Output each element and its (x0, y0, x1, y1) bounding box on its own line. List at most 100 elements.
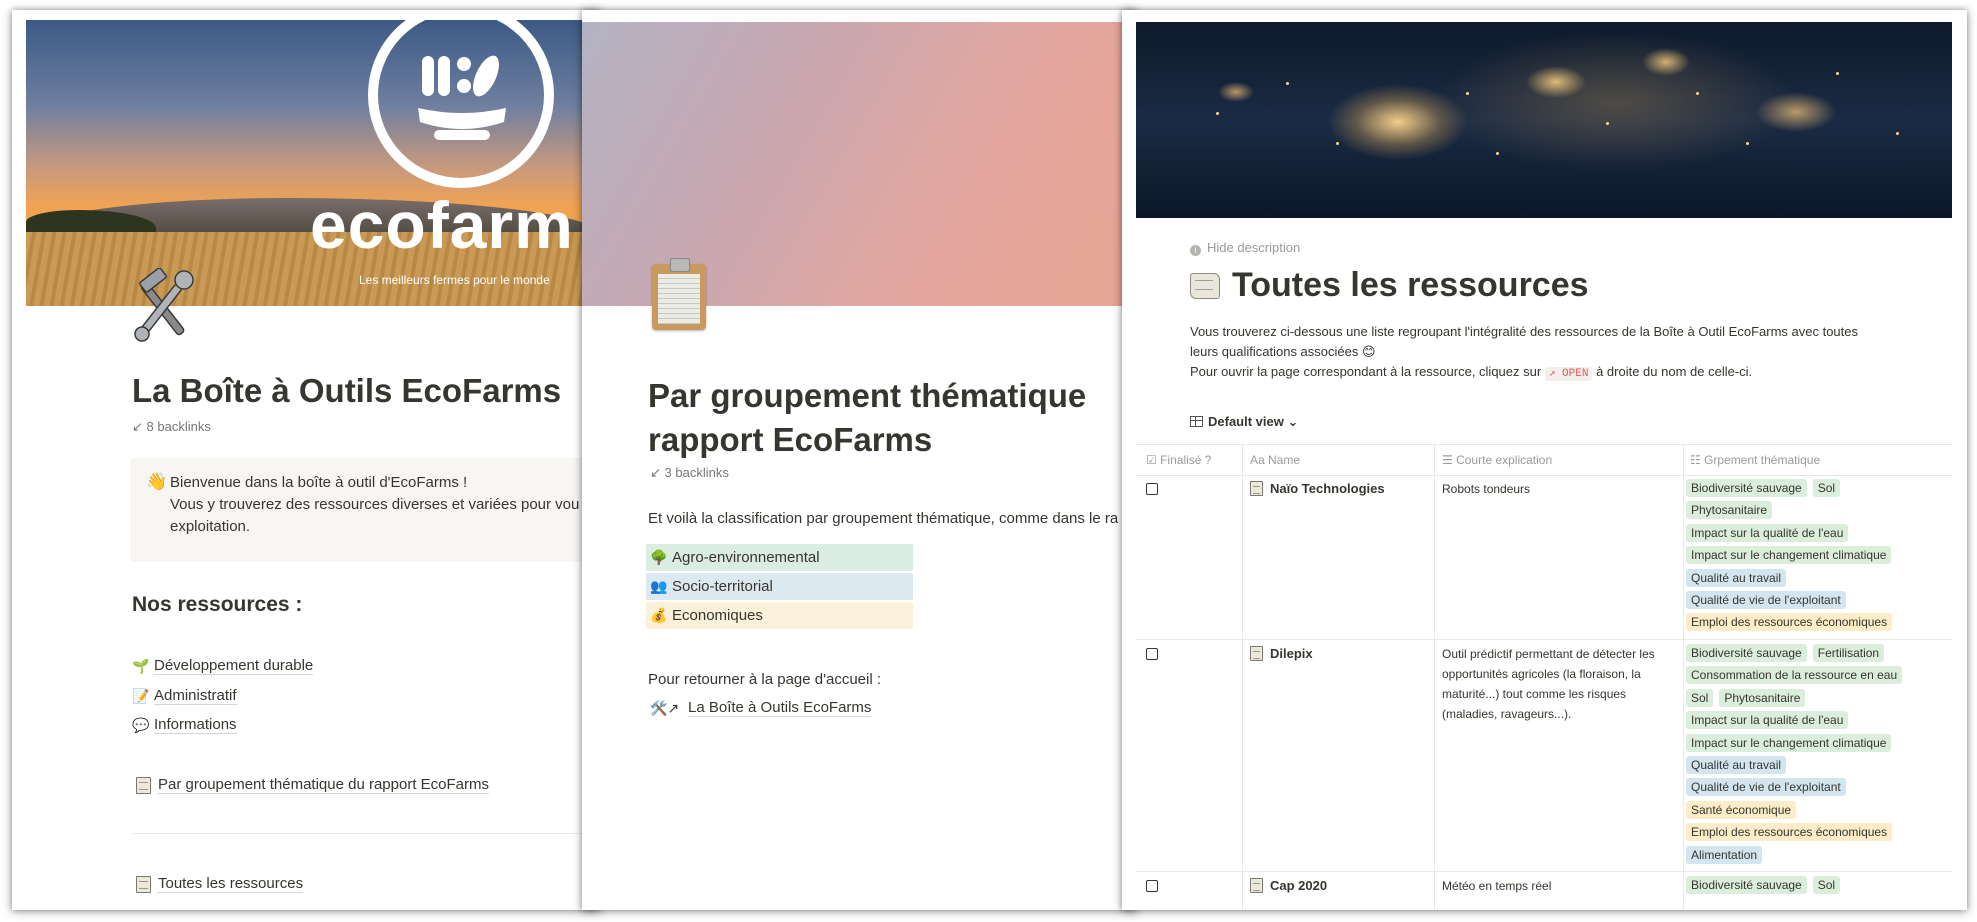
backlinks-toggle[interactable]: ↙ 3 backlinks (650, 465, 729, 481)
text-column-icon: Aa (1250, 453, 1269, 467)
page-icon (1250, 646, 1263, 661)
resource-name: Cap 2020 (1270, 878, 1328, 893)
tag: Qualité au travail (1686, 568, 1787, 587)
column-header-short-explanation[interactable]: ☰ Courte explication (1442, 445, 1552, 475)
page-link-information[interactable]: 💬 Informations (132, 716, 237, 734)
tools-arrow-icon: 🛠️↗ (650, 699, 680, 716)
chevron-down-icon: ⌄ (1283, 414, 1299, 429)
brand-tagline: Les meilleurs fermes pour le monde (359, 273, 550, 287)
category-agro-environmental[interactable]: 🌳 Agro-environnemental (646, 544, 913, 571)
cover-image-earth-night (1136, 22, 1952, 218)
tag: Alimentation (1686, 845, 1763, 864)
column-header-name[interactable]: Aa Name (1250, 445, 1300, 475)
tag: Phytosanitaire (1686, 501, 1773, 520)
tag: Impact sur le changement climatique (1686, 546, 1892, 565)
database-description: Vous trouverez ci-dessous une liste regr… (1190, 322, 1910, 384)
list-icon: ☷ (1690, 453, 1705, 467)
backlinks-toggle[interactable]: ↙ 8 backlinks (132, 419, 211, 435)
hide-description-button[interactable]: i Hide description (1190, 240, 1300, 256)
description-line-1: Vous trouverez ci-dessous une liste regr… (1190, 324, 1858, 339)
tag: Sol (1812, 479, 1841, 497)
tag: Impact sur la qualité de l'eau (1686, 523, 1849, 542)
table-header: ☑ Finalisé ? Aa Name ☰ Courte explicatio… (1136, 445, 1952, 476)
page-link-administrative[interactable]: 📝 Administratif (132, 687, 237, 705)
table-row[interactable]: Cap 2020 Météo en temps réel Biodiversit… (1136, 872, 1952, 910)
description-text: Pour ouvrir la page correspondant à la r… (1190, 364, 1542, 379)
page-link-thematic-grouping[interactable]: Par groupement thématique du rapport Eco… (136, 776, 490, 794)
tag: Emploi des ressources économiques (1686, 823, 1893, 842)
column-header-thematic-grouping[interactable]: ☷ Grpement thématique (1690, 445, 1820, 475)
backlinks-label: 3 backlinks (664, 465, 729, 480)
description-line-3: Pour ouvrir la page correspondant à la r… (1190, 362, 1910, 384)
table-row[interactable]: Naïo Technologies Robots tondeurs Biodiv… (1136, 475, 1952, 640)
page-title: Par groupement thématique rapport EcoFar… (648, 374, 1086, 462)
tag: Biodiversité sauvage (1686, 479, 1807, 497)
scroll-icon[interactable] (1190, 272, 1220, 299)
divider (132, 833, 600, 834)
resource-name-cell[interactable]: Naïo Technologies (1250, 481, 1385, 496)
home-link-label: La Boîte à Outils EcoFarms (688, 699, 872, 717)
category-economic[interactable]: 💰 Economiques (646, 602, 913, 629)
column-header-finalized[interactable]: ☑ Finalisé ? (1146, 445, 1211, 475)
scroll-icon (136, 875, 151, 893)
tag: Impact sur le changement climatique (1686, 733, 1892, 752)
tag: Santé économique (1686, 800, 1797, 819)
clipboard-icon (136, 776, 151, 794)
waving-hand-icon: 👋 (146, 472, 168, 491)
tag: Emploi des ressources économiques (1686, 613, 1893, 632)
page-link-label: Informations (154, 716, 237, 734)
tag: Qualité de vie de l'exploitant (1686, 590, 1846, 609)
tree-icon: 🌳 (650, 549, 668, 565)
resource-explanation: Météo en temps réel (1442, 879, 1552, 893)
page-link-sustainable-development[interactable]: 🌱 Développement durable (132, 657, 314, 675)
resource-name-cell[interactable]: Dilepix (1250, 646, 1313, 661)
page-title-text: Toutes les ressources (1232, 266, 1589, 304)
thematic-tags: Biodiversité sauvage Fertilisation Consom… (1686, 644, 1946, 868)
link-back-to-home[interactable]: 🛠️↗ La Boîte à Outils EcoFarms (650, 699, 872, 717)
window-thematic-grouping: Par groupement thématique rapport EcoFar… (582, 10, 1137, 910)
resource-name-cell[interactable]: Cap 2020 (1250, 878, 1327, 893)
view-selector[interactable]: Default view ⌄ (1190, 414, 1298, 430)
backlink-arrow-icon: ↙ (650, 465, 665, 480)
resource-explanation: Robots tondeurs (1442, 482, 1531, 496)
finalized-checkbox[interactable] (1146, 880, 1158, 892)
intro-text: Et voilà la classification par groupemen… (648, 510, 1119, 527)
description-line-2: leurs qualifications associées 😊 (1190, 344, 1376, 359)
category-label: Agro-environnemental (672, 549, 820, 566)
page-link-label: Par groupement thématique du rapport Eco… (158, 776, 490, 794)
memo-icon: 📝 (132, 687, 150, 704)
backlink-arrow-icon: ↙ (132, 419, 147, 434)
text-lines-icon: ☰ (1442, 453, 1457, 467)
speech-bubble-icon: 💬 (132, 716, 150, 733)
page-link-all-resources[interactable]: Toutes les ressources (136, 875, 304, 893)
tag: Phytosanitaire (1719, 688, 1806, 707)
resource-name: Naïo Technologies (1270, 481, 1385, 496)
tag: Consommation de la ressource en eau (1686, 666, 1903, 685)
table-row[interactable]: Dilepix Outil prédictif permettant de dé… (1136, 640, 1952, 872)
hide-description-label: Hide description (1207, 240, 1301, 255)
category-label: Socio-territorial (672, 578, 773, 595)
open-code-badge: ↗ OPEN (1544, 367, 1593, 381)
page-title-line-1: Par groupement thématique (648, 377, 1087, 414)
brand-wordmark: ecofarm (310, 188, 574, 262)
window-all-resources: i Hide description Toutes les ressources … (1122, 10, 1967, 910)
seedling-icon: 🌱 (132, 657, 150, 674)
page-link-label: Administratif (154, 687, 237, 705)
thematic-tags: Biodiversité sauvage Sol (1686, 876, 1946, 898)
resources-heading: Nos ressources : (132, 593, 303, 616)
people-icon: 👥 (650, 578, 668, 594)
page-title-line-2: rapport EcoFarms (648, 421, 933, 458)
finalized-checkbox[interactable] (1146, 648, 1158, 660)
finalized-checkbox[interactable] (1146, 483, 1158, 495)
ecofarm-logo-icon (368, 20, 554, 188)
return-text: Pour retourner à la page d'accueil : (648, 671, 882, 688)
page-title: Toutes les ressources (1190, 266, 1589, 305)
callout-line-3: exploitation. (170, 518, 251, 535)
window-toolbox-home: ecofarm Les meilleurs fermes pour le mon… (12, 10, 600, 910)
clipboard-icon[interactable] (652, 258, 706, 330)
description-text: à droite du nom de celle-ci. (1596, 364, 1753, 379)
tag: Sol (1812, 876, 1841, 894)
cover-image-ecofarm: ecofarm Les meilleurs fermes pour le mon… (26, 20, 600, 306)
hammer-wrench-icon[interactable] (128, 267, 198, 349)
category-socio-territorial[interactable]: 👥 Socio-territorial (646, 573, 913, 600)
